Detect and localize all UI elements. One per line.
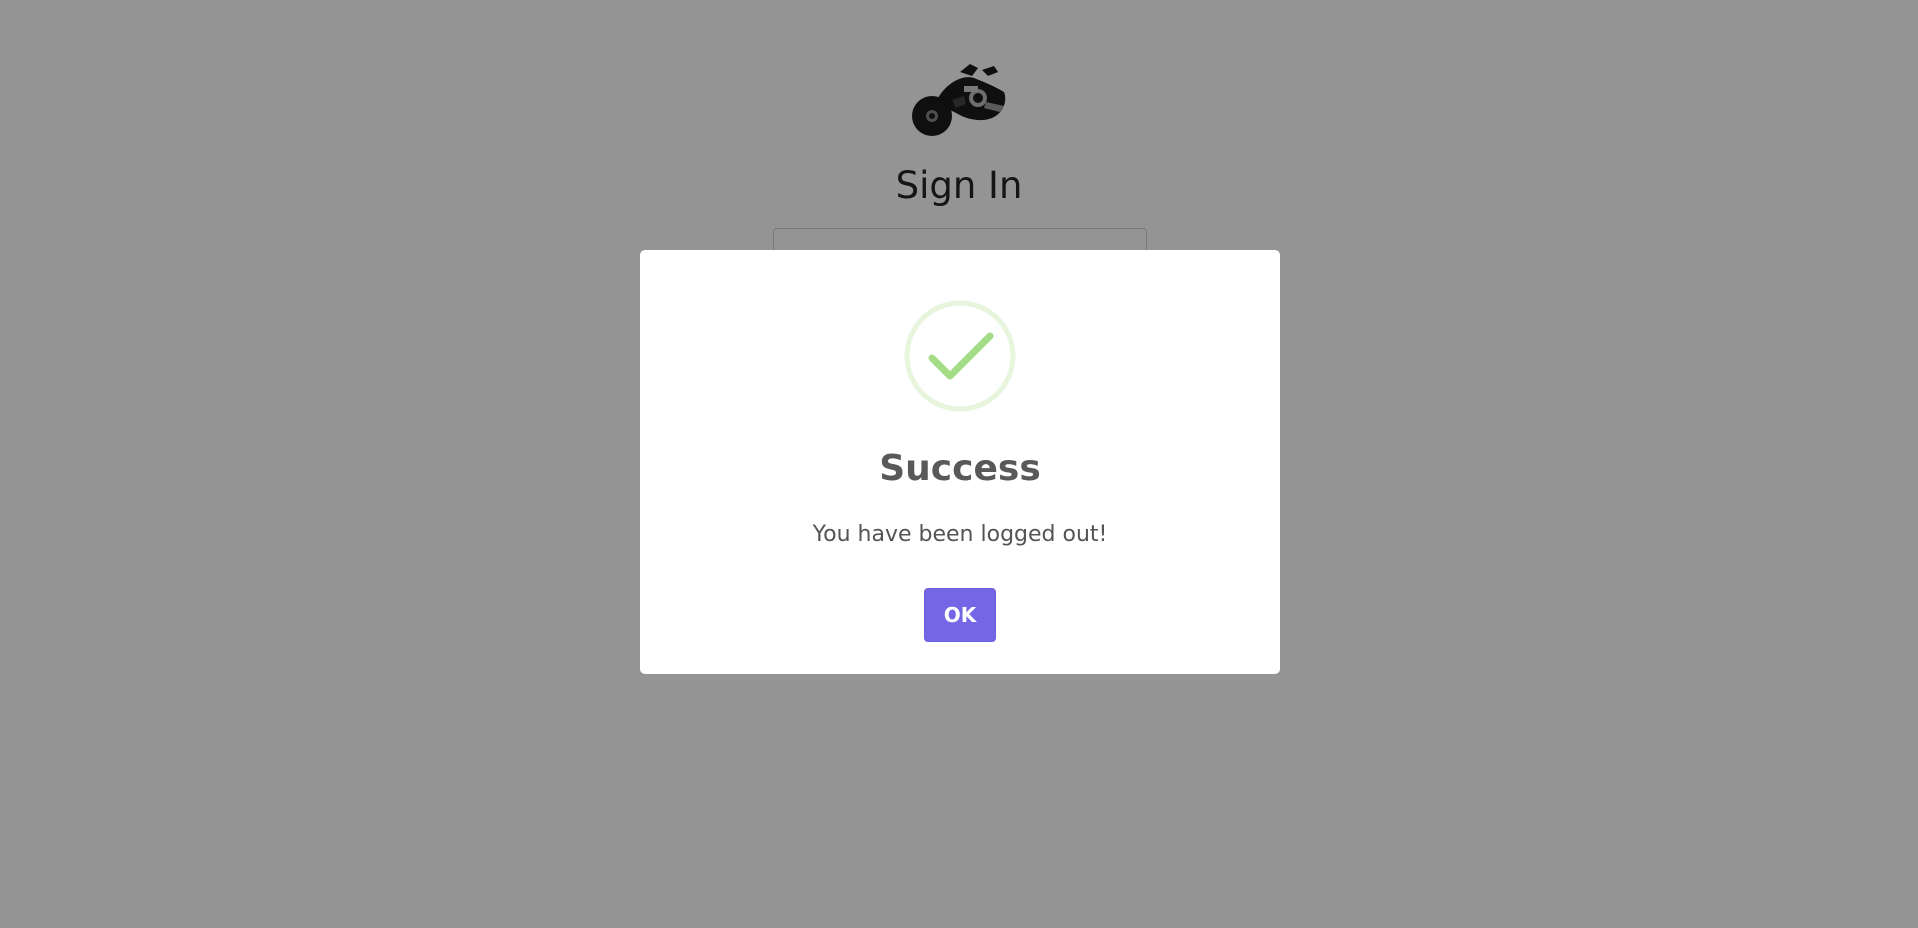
success-check-icon [904,300,1016,412]
success-dialog: Success You have been logged out! OK [640,250,1280,674]
ok-button[interactable]: OK [924,588,996,642]
dialog-message: You have been logged out! [812,522,1108,547]
dialog-title: Success [879,448,1041,489]
